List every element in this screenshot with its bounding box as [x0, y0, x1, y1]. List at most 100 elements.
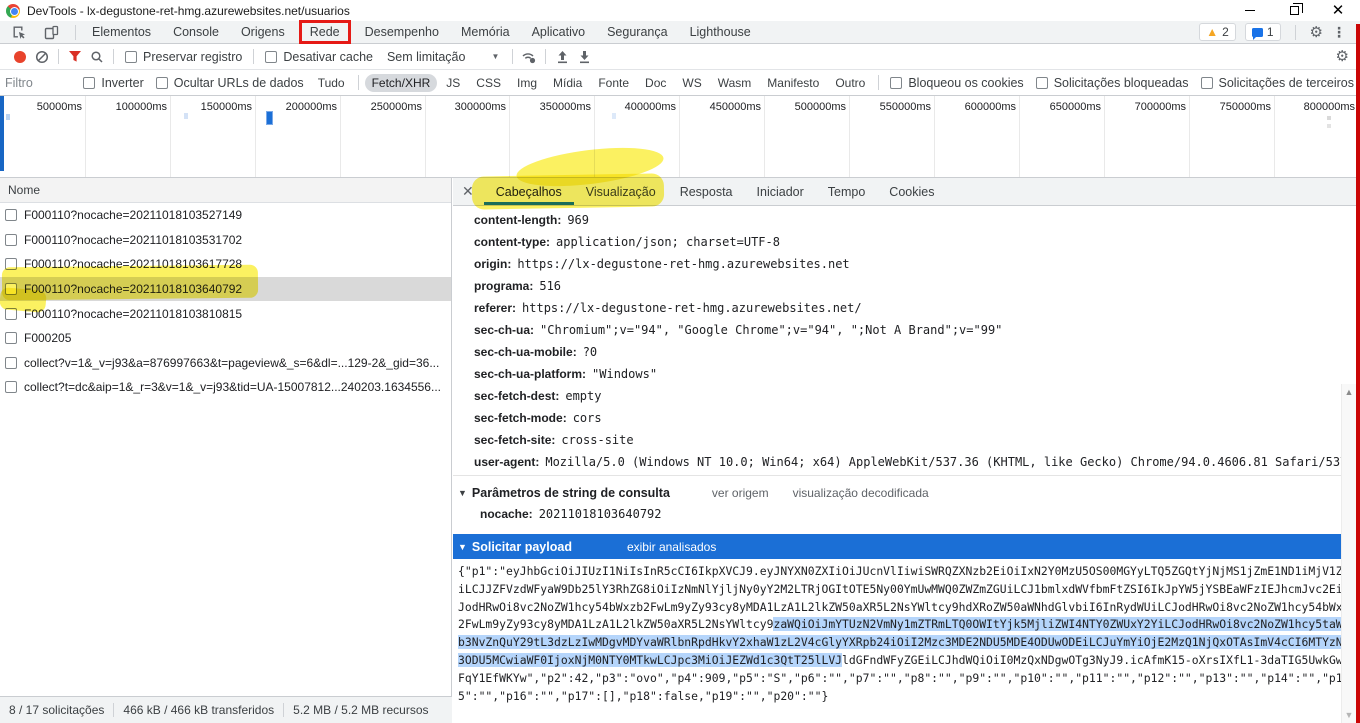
checkbox-icon: [125, 50, 137, 63]
tab-elementos[interactable]: Elementos: [81, 25, 162, 39]
scroll-down-icon[interactable]: ▼: [1342, 710, 1356, 720]
network-conditions-icon[interactable]: [518, 46, 540, 68]
blocked-requests-checkbox[interactable]: Solicitações bloqueadas: [1035, 76, 1189, 90]
filter-type-doc[interactable]: Doc: [638, 74, 673, 92]
request-row[interactable]: F000110?nocache=20211018103531702: [0, 228, 451, 253]
warnings-badge[interactable]: ▲ 2: [1199, 23, 1236, 41]
detail-tab-iniciador[interactable]: Iniciador: [745, 178, 816, 205]
filter-type-js[interactable]: JS: [439, 74, 467, 92]
detail-tab-cookies[interactable]: Cookies: [877, 178, 946, 205]
record-icon: [14, 50, 26, 63]
third-party-checkbox[interactable]: Solicitações de terceiros: [1200, 76, 1354, 90]
close-button[interactable]: ✕: [1316, 0, 1360, 21]
filter-type-wasm[interactable]: Wasm: [711, 74, 759, 92]
filter-type-img[interactable]: Img: [510, 74, 544, 92]
checkbox-icon: [155, 76, 168, 89]
blocked-cookies-checkbox[interactable]: Bloqueou os cookies: [890, 76, 1024, 90]
filter-icon[interactable]: [64, 46, 86, 68]
tab-memória[interactable]: Memória: [450, 25, 521, 39]
header-value: cross-site: [561, 433, 634, 447]
filter-type-mídia[interactable]: Mídia: [546, 74, 589, 92]
view-source-link[interactable]: ver origem: [712, 486, 769, 500]
details-scrollbar[interactable]: ▲ ▼: [1341, 384, 1356, 723]
network-settings-gear-icon[interactable]: ⚙: [1336, 49, 1349, 64]
checkbox-icon[interactable]: [5, 332, 17, 345]
checkbox-icon[interactable]: [5, 381, 17, 394]
inspect-element-icon[interactable]: [8, 21, 30, 43]
checkbox-icon[interactable]: [5, 209, 17, 222]
issues-badge[interactable]: 1: [1244, 23, 1281, 41]
timeline-gridline: [1189, 96, 1190, 177]
tab-desempenho[interactable]: Desempenho: [354, 25, 450, 39]
view-parsed-link[interactable]: exibir analisados: [627, 540, 716, 554]
filter-type-all[interactable]: Tudo: [311, 74, 352, 92]
close-details-icon[interactable]: ✕: [453, 178, 484, 205]
request-row[interactable]: F000110?nocache=20211018103617728: [0, 252, 451, 277]
timeline-tick-label: 250000ms: [370, 101, 422, 113]
request-row[interactable]: F000205: [0, 326, 451, 351]
requests-column-header[interactable]: Nome: [0, 178, 451, 203]
checkbox-icon[interactable]: [5, 283, 17, 296]
request-row[interactable]: collect?t=dc&aip=1&_r=3&v=1&_v=j93&tid=U…: [0, 375, 451, 400]
timeline-request-mark: [1327, 116, 1331, 120]
checkbox-icon: [83, 76, 96, 89]
header-value: https://lx-degustone-ret-hmg.azurewebsit…: [522, 301, 862, 315]
header-value: "Windows": [592, 367, 658, 381]
clear-button[interactable]: [31, 46, 53, 68]
request-row[interactable]: F000110?nocache=20211018103527149: [0, 203, 451, 228]
divider: [113, 49, 114, 64]
tab-rede[interactable]: Rede: [298, 20, 351, 44]
filter-type-fetch/xhr[interactable]: Fetch/XHR: [364, 73, 438, 92]
filter-type-manifesto[interactable]: Manifesto: [760, 74, 826, 92]
checkbox-icon[interactable]: [5, 233, 17, 246]
network-overview-timeline[interactable]: 50000ms 100000ms 150000ms 200000ms 250000ms 3…: [0, 96, 1360, 178]
request-row[interactable]: collect?v=1&_v=j93&a=876997663&t=pagevie…: [0, 351, 451, 376]
record-network-log-button[interactable]: [9, 46, 31, 68]
payload-line: 5":"","p16":"","p17":[],"p18":false,"p19…: [458, 688, 1344, 706]
tab-origens[interactable]: Origens: [230, 25, 296, 39]
timeline-tick-label: 200000ms: [285, 101, 337, 113]
tab-segurança[interactable]: Segurança: [596, 25, 678, 39]
device-toolbar-icon[interactable]: [40, 21, 62, 43]
filter-type-css[interactable]: CSS: [469, 74, 508, 92]
disable-cache-checkbox[interactable]: Desativar cache: [265, 50, 373, 64]
search-icon[interactable]: [86, 46, 108, 68]
preserve-log-checkbox[interactable]: Preservar registro: [125, 50, 242, 64]
filter-type-outro[interactable]: Outro: [828, 74, 872, 92]
window-title: DevTools - lx-degustone-ret-hmg.azureweb…: [27, 3, 350, 18]
payload-text: iLCJJZFVzdWFyaW9Db25lY3RhZG8iOiIzNmNlYjl…: [458, 581, 1344, 596]
import-har-icon[interactable]: [551, 46, 573, 68]
minimize-button[interactable]: [1228, 0, 1272, 21]
restore-button[interactable]: [1272, 0, 1316, 21]
view-decoded-link[interactable]: visualização decodificada: [793, 486, 929, 500]
payload-line: {"p1":"eyJhbGciOiJIUzI1NiIsInR5cCI6IkpXV…: [458, 563, 1344, 581]
red-edge-annotation: [1355, 24, 1360, 723]
checkbox-icon: [265, 50, 278, 63]
request-name: F000110?nocache=20211018103617728: [24, 257, 243, 272]
detail-tab-tempo[interactable]: Tempo: [816, 178, 878, 205]
more-options-icon[interactable]: ⋮: [1332, 24, 1346, 41]
request-payload-section-header[interactable]: ▼ Solicitar payload exibir analisados: [453, 534, 1344, 559]
request-row[interactable]: F000110?nocache=20211018103810815: [0, 301, 451, 326]
filter-type-ws[interactable]: WS: [675, 74, 708, 92]
query-string-section-header[interactable]: ▼ Parâmetros de string de consulta ver o…: [453, 476, 1344, 502]
invert-checkbox[interactable]: Inverter: [83, 76, 144, 90]
tab-console[interactable]: Console: [162, 25, 230, 39]
request-row[interactable]: F000110?nocache=20211018103640792: [0, 276, 451, 302]
scroll-up-icon[interactable]: ▲: [1342, 387, 1356, 397]
checkbox-icon[interactable]: [5, 307, 17, 320]
filter-type-fonte[interactable]: Fonte: [591, 74, 636, 92]
throttling-dropdown[interactable]: Sem limitação ▼: [387, 50, 499, 64]
checkbox-icon[interactable]: [5, 356, 17, 369]
checkbox-icon[interactable]: [5, 258, 17, 271]
detail-tab-visualização[interactable]: Visualização: [574, 178, 668, 205]
detail-tab-cabeçalhos[interactable]: Cabeçalhos: [483, 178, 574, 205]
detail-tab-resposta[interactable]: Resposta: [668, 178, 745, 205]
tab-lighthouse[interactable]: Lighthouse: [679, 25, 762, 39]
tab-aplicativo[interactable]: Aplicativo: [521, 25, 597, 39]
request-payload-text[interactable]: {"p1":"eyJhbGciOiJIUzI1NiIsInR5cCI6IkpXV…: [453, 559, 1344, 705]
settings-gear-icon[interactable]: ⚙: [1310, 25, 1323, 40]
filter-input[interactable]: Filtro: [0, 76, 77, 90]
export-har-icon[interactable]: [573, 46, 595, 68]
hide-data-urls-checkbox[interactable]: Ocultar URLs de dados: [155, 76, 304, 90]
